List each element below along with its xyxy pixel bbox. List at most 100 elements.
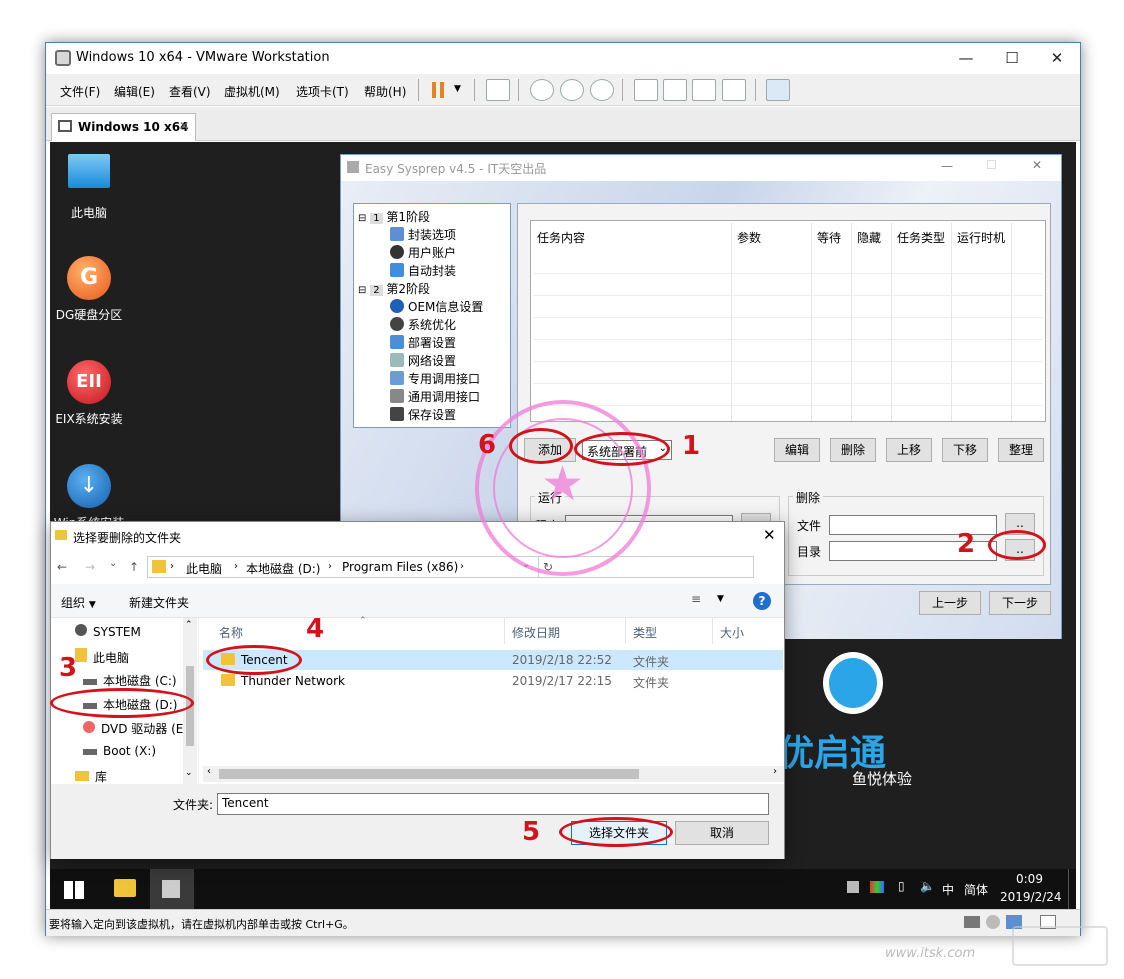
column-header[interactable]: 任务内容 — [537, 229, 585, 246]
close-icon[interactable]: ✕ — [1034, 43, 1080, 73]
address-bar[interactable]: › 此电脑 › 本地磁盘 (D:) › Program Files (x86) … — [147, 556, 539, 578]
ime-indicator[interactable]: 中 — [942, 881, 954, 898]
h-scrollbar[interactable]: ‹ › — [203, 766, 784, 782]
tree-item-user-accounts[interactable]: 用户账户 — [390, 244, 456, 261]
close-icon[interactable]: ✕ — [763, 526, 776, 544]
menu-vm[interactable]: 虚拟机(M) — [224, 83, 280, 100]
library-view-icon[interactable] — [634, 79, 658, 101]
tree-item-oem[interactable]: OEM信息设置 — [390, 298, 483, 315]
minimize-icon[interactable]: — — [943, 43, 989, 73]
desktop-icon-dg[interactable]: G DG硬盘分区 — [50, 256, 134, 323]
tree-item-save[interactable]: 保存设置 — [390, 406, 456, 423]
minimize-icon[interactable]: — — [941, 159, 953, 173]
scroll-thumb[interactable] — [219, 769, 639, 779]
folder-input[interactable]: Tencent — [217, 793, 769, 815]
fullscreen-icon[interactable] — [692, 79, 716, 101]
tree-item-private-api[interactable]: 专用调用接口 — [390, 370, 480, 387]
column-type[interactable]: 类型 — [633, 624, 657, 641]
chevron-down-icon[interactable]: ⌄ — [185, 768, 193, 778]
task-grid[interactable]: 任务内容 参数 等待 隐藏 任务类型 运行时机 — [530, 220, 1046, 422]
revert-snapshot-icon[interactable] — [560, 79, 584, 101]
desktop-icon-this-pc[interactable]: 此电脑 — [50, 154, 134, 221]
new-folder-button[interactable]: 新建文件夹 — [129, 594, 189, 611]
tree-item-auto-seal[interactable]: 自动封装 — [390, 262, 456, 279]
path-segment[interactable]: 本地磁盘 (D:) — [246, 560, 320, 577]
tree-item-optimize[interactable]: 系统优化 — [390, 316, 456, 333]
view-options-icon[interactable]: ≡ — [691, 592, 701, 606]
tidy-button[interactable]: 整理 — [998, 438, 1044, 462]
delete-button[interactable]: 删除 — [830, 438, 876, 462]
chevron-up-icon[interactable]: ⌃ — [185, 620, 193, 630]
tree-item-general-api[interactable]: 通用调用接口 — [390, 388, 480, 405]
tray-icon[interactable] — [847, 881, 859, 893]
column-header[interactable]: 等待 — [817, 229, 841, 246]
up-icon[interactable]: ↑ — [129, 560, 139, 574]
file-row[interactable]: Thunder Network 2019/2/17 22:15 文件夹 — [203, 671, 783, 691]
snapshot-icon[interactable] — [530, 79, 554, 101]
menu-tabs[interactable]: 选项卡(T) — [296, 83, 349, 100]
column-header[interactable]: 隐藏 — [857, 229, 881, 246]
column-name[interactable]: 名称 — [219, 624, 243, 641]
console-view-icon[interactable] — [766, 79, 790, 101]
menu-edit[interactable]: 编辑(E) — [114, 83, 155, 100]
column-date[interactable]: 修改日期 — [512, 624, 560, 641]
desktop-icon-eix[interactable]: EII EIX系统安装 — [50, 360, 134, 427]
next-step-button[interactable]: 下一步 — [989, 591, 1051, 615]
clock-date[interactable]: 2019/2/24 — [1000, 890, 1062, 904]
nav-item-boot[interactable]: Boot (X:) — [83, 744, 156, 758]
volume-muted-icon[interactable]: 🔈 — [920, 879, 935, 893]
language-indicator[interactable]: 简体 — [964, 881, 988, 898]
thumbnail-icon[interactable] — [663, 79, 687, 101]
color-icon[interactable] — [870, 881, 884, 893]
nav-item-this-pc[interactable]: 此电脑 — [75, 648, 129, 666]
taskbar-app-active[interactable] — [150, 869, 194, 909]
usb-icon[interactable]: ▯ — [898, 879, 905, 893]
show-desktop-button[interactable] — [1068, 869, 1076, 909]
chevron-down-icon[interactable]: ▼ — [717, 594, 724, 604]
tab-windows10[interactable]: Windows 10 x64 ✕ — [51, 113, 196, 141]
column-header[interactable]: 任务类型 — [897, 229, 945, 246]
cd-icon[interactable] — [986, 915, 1000, 929]
menu-file[interactable]: 文件(F) — [60, 83, 100, 100]
nav-item-system[interactable]: SYSTEM — [75, 624, 141, 639]
maximize-icon[interactable]: ☐ — [989, 43, 1035, 73]
cancel-button[interactable]: 取消 — [675, 821, 769, 845]
tree-item-deploy[interactable]: 部署设置 — [390, 334, 456, 351]
clock-time[interactable]: 0:09 — [1016, 872, 1043, 886]
nav-item-drive-c[interactable]: 本地磁盘 (C:) — [83, 672, 177, 689]
file-explorer-icon[interactable] — [114, 879, 136, 897]
column-header[interactable]: 运行时机 — [957, 229, 1005, 246]
unity-icon[interactable] — [722, 79, 746, 101]
menu-help[interactable]: 帮助(H) — [364, 83, 406, 100]
move-up-button[interactable]: 上移 — [886, 438, 932, 462]
chevron-down-icon[interactable]: ▼ — [454, 84, 461, 94]
send-ctrl-alt-del-icon[interactable] — [486, 79, 510, 101]
column-header[interactable]: 参数 — [737, 229, 761, 246]
tab-close-icon[interactable]: ✕ — [179, 119, 189, 133]
back-icon[interactable]: ← — [57, 560, 67, 574]
tree-stage1[interactable]: ⊟ 1 第1阶段 — [358, 208, 430, 225]
path-segment[interactable]: Program Files (x86) — [342, 560, 458, 574]
tree-item-seal-options[interactable]: 封装选项 — [390, 226, 456, 243]
snapshot-manager-icon[interactable] — [590, 79, 614, 101]
prev-step-button[interactable]: 上一步 — [919, 591, 981, 615]
move-down-button[interactable]: 下移 — [942, 438, 988, 462]
collapse-icon[interactable]: ⊟ — [358, 285, 366, 296]
chevron-left-icon[interactable]: ‹ — [207, 766, 211, 777]
tree-stage2[interactable]: ⊟ 2 第2阶段 — [358, 280, 430, 297]
organize-button[interactable]: 组织 ▼ — [61, 594, 96, 611]
edit-button[interactable]: 编辑 — [774, 438, 820, 462]
chevron-down-icon[interactable]: ⌄ — [109, 558, 117, 569]
help-icon[interactable]: ? — [753, 592, 771, 610]
chevron-right-icon[interactable]: › — [773, 766, 777, 777]
pause-icon[interactable] — [432, 82, 444, 98]
path-segment[interactable]: 此电脑 — [186, 560, 222, 577]
menu-view[interactable]: 查看(V) — [169, 83, 211, 100]
hdd-icon[interactable] — [964, 916, 980, 928]
tree-item-network[interactable]: 网络设置 — [390, 352, 456, 369]
close-icon[interactable]: ✕ — [1032, 158, 1042, 172]
windows-start-icon[interactable] — [64, 881, 84, 899]
column-size[interactable]: 大小 — [720, 624, 744, 641]
nav-item-library[interactable]: 库 — [75, 768, 107, 785]
collapse-icon[interactable]: ⊟ — [358, 213, 366, 224]
